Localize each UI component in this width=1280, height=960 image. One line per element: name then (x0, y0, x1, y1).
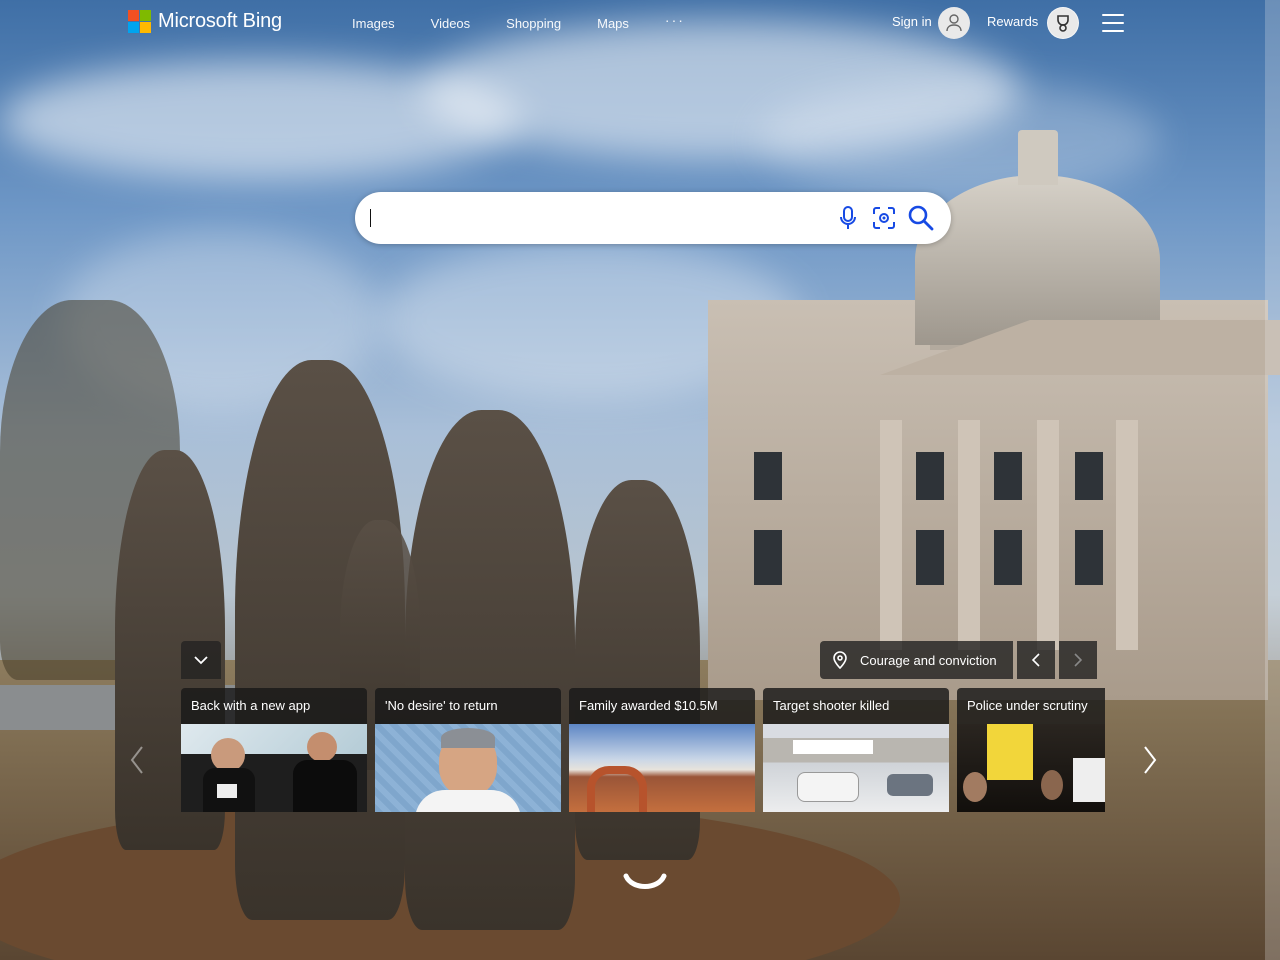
column (880, 420, 902, 650)
microsoft-logo-icon (128, 10, 151, 33)
nav-shopping[interactable]: Shopping (506, 16, 561, 31)
carousel-next-button[interactable] (1138, 742, 1162, 778)
news-card-image (763, 724, 949, 812)
news-card-image (569, 724, 755, 812)
chevron-right-icon (1074, 653, 1082, 667)
image-title-button[interactable]: Courage and conviction (820, 641, 1013, 679)
sign-in-link[interactable]: Sign in (892, 14, 932, 29)
nav-maps[interactable]: Maps (597, 16, 629, 31)
user-avatar-icon[interactable] (938, 7, 970, 39)
nav-more-button[interactable]: ··· (665, 12, 685, 31)
chevron-right-icon (1144, 746, 1157, 774)
rewards-trophy-icon[interactable] (1047, 7, 1079, 39)
news-card-image (957, 724, 1105, 812)
nav-images[interactable]: Images (352, 16, 395, 31)
image-info-bar: Courage and conviction (820, 641, 1097, 679)
window (916, 530, 944, 585)
rewards-link[interactable]: Rewards (987, 14, 1038, 29)
top-nav: Images Videos Shopping Maps ··· (352, 12, 721, 31)
collapse-feed-button[interactable] (181, 641, 221, 679)
column (1037, 420, 1059, 650)
window (1075, 452, 1103, 500)
text-cursor (370, 209, 371, 227)
image-title: Courage and conviction (860, 652, 997, 668)
news-card[interactable]: Back with a new app (181, 688, 367, 812)
window (916, 452, 944, 500)
visual-search-icon[interactable] (871, 205, 897, 231)
capitol-lantern (1018, 130, 1058, 185)
bing-homepage: Microsoft Bing Images Videos Shopping Ma… (0, 0, 1280, 960)
nav-videos[interactable]: Videos (431, 16, 471, 31)
cloud (760, 80, 1160, 200)
statue (405, 410, 575, 930)
window (994, 530, 1022, 585)
news-card-title: 'No desire' to return (375, 688, 561, 724)
news-card[interactable]: Family awarded $10.5M (569, 688, 755, 812)
news-card-title: Target shooter killed (763, 688, 949, 724)
window (754, 452, 782, 500)
news-card-title: Back with a new app (181, 688, 367, 724)
carousel-prev-button[interactable] (125, 742, 149, 778)
news-card[interactable]: Police under scrutiny (957, 688, 1105, 812)
column (1116, 420, 1138, 650)
news-card[interactable]: Target shooter killed (763, 688, 949, 812)
bing-logo[interactable]: Microsoft Bing (128, 10, 282, 33)
hamburger-menu-icon[interactable] (1102, 14, 1124, 32)
location-pin-icon (833, 651, 847, 669)
microphone-icon[interactable] (835, 205, 861, 231)
next-image-button[interactable] (1058, 641, 1097, 679)
news-card-image (375, 724, 561, 812)
news-card-image (181, 724, 367, 812)
news-card-title: Police under scrutiny (957, 688, 1105, 724)
chevron-left-icon (130, 746, 143, 774)
page-scrollbar[interactable] (1265, 0, 1280, 960)
search-icon[interactable] (908, 205, 934, 231)
brand-name: Microsoft Bing (158, 10, 282, 32)
news-carousel: Back with a new app 'No desire' to retur… (181, 688, 1105, 812)
news-card-title: Family awarded $10.5M (569, 688, 755, 724)
column (958, 420, 980, 650)
window (1075, 530, 1103, 585)
previous-image-button[interactable] (1016, 641, 1055, 679)
news-card[interactable]: 'No desire' to return (375, 688, 561, 812)
window (754, 530, 782, 585)
scroll-down-hint-icon[interactable] (622, 870, 668, 898)
chevron-down-icon (194, 656, 208, 665)
search-box (355, 192, 951, 244)
search-input[interactable] (371, 204, 815, 234)
top-header: Microsoft Bing Images Videos Shopping Ma… (0, 0, 1280, 46)
capitol-pediment (880, 320, 1280, 375)
chevron-left-icon (1031, 653, 1040, 667)
window (994, 452, 1022, 500)
